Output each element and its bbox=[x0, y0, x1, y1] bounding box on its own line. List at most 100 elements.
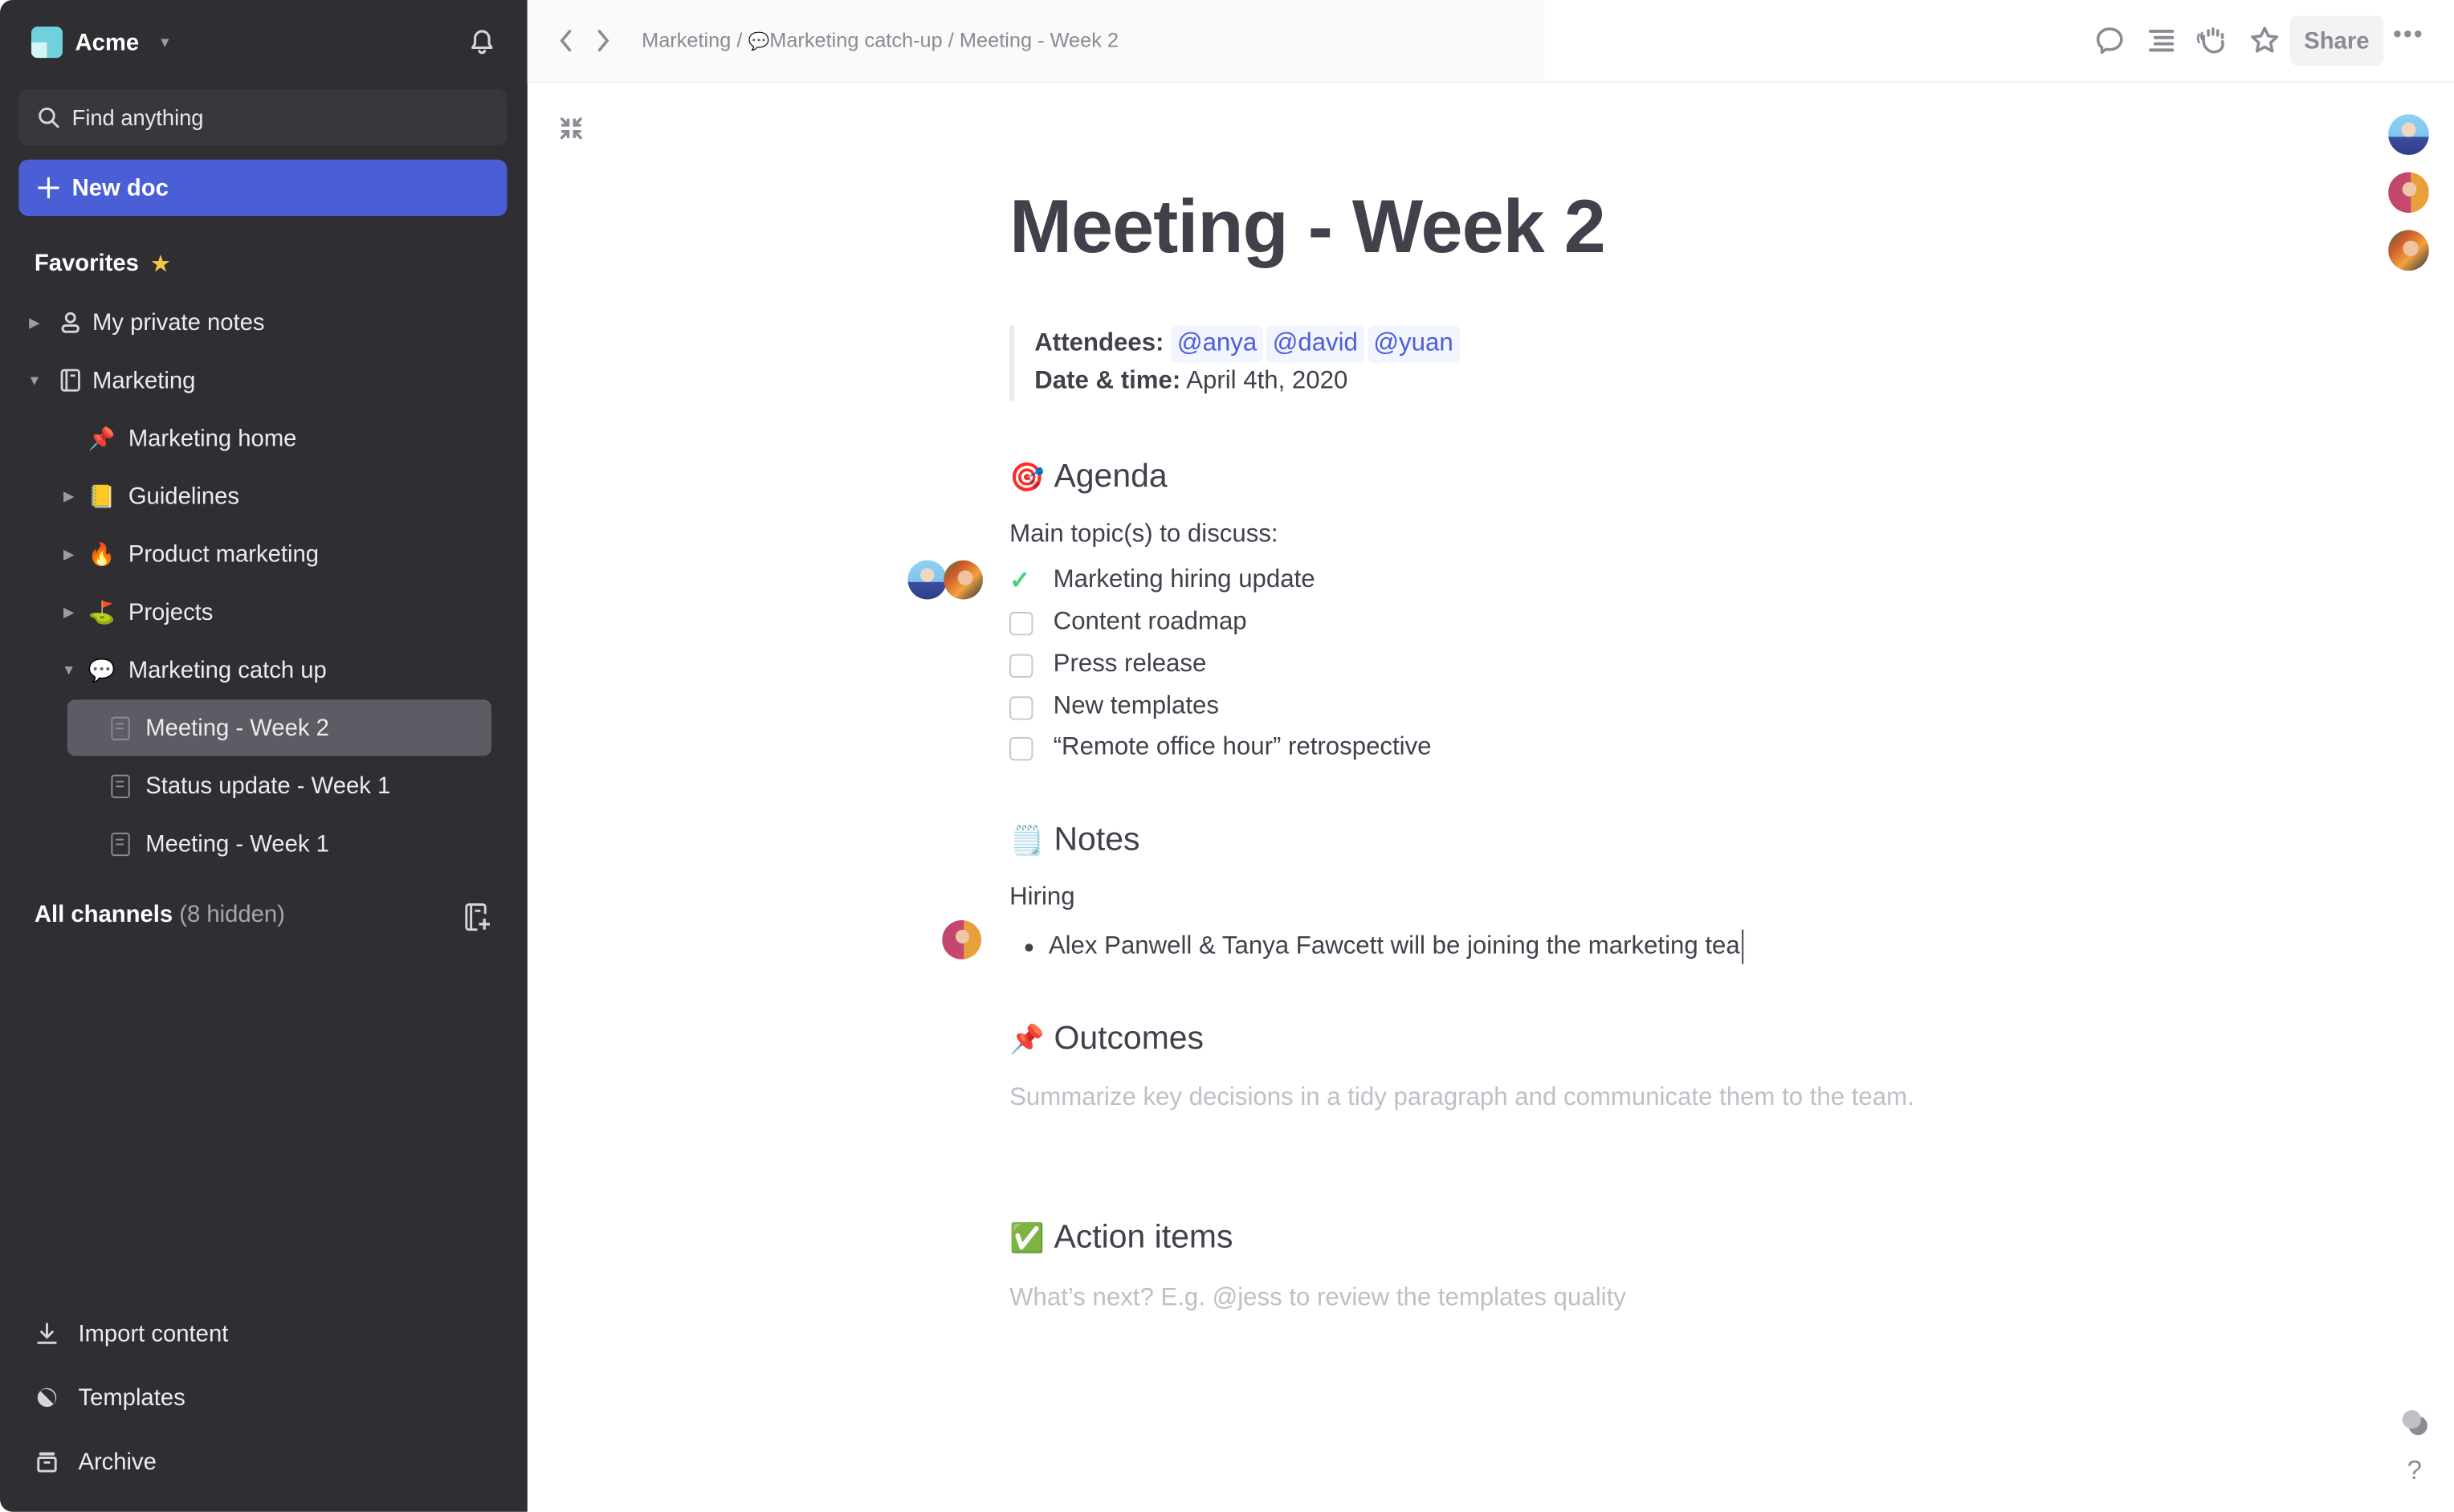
agenda-heading: 🎯 Agenda bbox=[1009, 458, 1168, 496]
notes-subheading: Hiring bbox=[1009, 884, 1075, 911]
agenda-intro: Main topic(s) to discuss: bbox=[1009, 521, 1278, 548]
action-items-heading: ✅ Action items bbox=[1009, 1219, 1233, 1257]
breadcrumb-separator: / bbox=[736, 28, 743, 52]
sidebar-item-guidelines[interactable]: ▶ 📒 Guidelines bbox=[61, 473, 239, 520]
new-doc-label: New doc bbox=[71, 174, 169, 202]
expand-arrow-icon[interactable]: ▶ bbox=[61, 487, 76, 504]
breadcrumb: Marketing / 💬Marketing catch-up / Meetin… bbox=[642, 28, 1119, 51]
search-input[interactable]: Find anything bbox=[18, 89, 508, 146]
sidebar-item-meeting-week-2[interactable]: Meeting - Week 2 bbox=[67, 699, 491, 756]
outcomes-heading-text: Outcomes bbox=[1054, 1020, 1205, 1057]
pushpin-icon: 📌 bbox=[1009, 1022, 1045, 1054]
templates-icon bbox=[37, 1388, 57, 1408]
checkbox[interactable] bbox=[1009, 736, 1033, 760]
hidden-channels-count: (8 hidden) bbox=[179, 901, 285, 928]
action-items-placeholder[interactable]: What’s next? E.g. @jess to review the te… bbox=[1009, 1277, 1948, 1319]
expand-arrow-icon[interactable]: ▶ bbox=[61, 545, 76, 562]
checkmark-icon[interactable]: ✓ bbox=[1009, 568, 1033, 593]
sidebar-item-marketing[interactable]: ▼ Marketing bbox=[26, 357, 195, 403]
text-cursor bbox=[1741, 929, 1744, 964]
workspace-name: Acme bbox=[75, 29, 140, 56]
share-button[interactable]: Share bbox=[2289, 15, 2384, 66]
mention-david[interactable]: @david bbox=[1266, 325, 1364, 364]
favorites-header: Favorites ★ bbox=[35, 251, 169, 277]
todo-label: Press release bbox=[1053, 650, 1207, 678]
breadcrumb-item-current[interactable]: Meeting - Week 2 bbox=[960, 28, 1119, 51]
templates-button[interactable]: Templates bbox=[35, 1379, 185, 1416]
collapse-arrow-icon[interactable]: ▼ bbox=[26, 373, 42, 388]
help-button[interactable]: ? bbox=[2407, 1456, 2422, 1487]
sidebar-item-label: Meeting - Week 1 bbox=[145, 829, 329, 858]
checkbox[interactable] bbox=[1009, 653, 1033, 677]
outcomes-heading: 📌 Outcomes bbox=[1009, 1021, 1204, 1058]
fire-icon: 🔥 bbox=[88, 540, 116, 566]
sidebar-item-meeting-week-1[interactable]: Meeting - Week 1 bbox=[111, 820, 329, 866]
comment-icon[interactable] bbox=[2093, 23, 2127, 58]
meeting-info-quote: Attendees: @anya @david @yuan Date & time:… bbox=[1009, 325, 1462, 401]
search-placeholder: Find anything bbox=[71, 104, 204, 130]
sidebar-item-status-update-week-1[interactable]: Status update - Week 1 bbox=[111, 762, 390, 809]
all-channels-label: All channels bbox=[34, 901, 173, 928]
mention-anya[interactable]: @anya bbox=[1171, 325, 1263, 364]
import-content-button[interactable]: Import content bbox=[35, 1314, 228, 1352]
outcomes-placeholder[interactable]: Summarize key decisions in a tidy paragr… bbox=[1009, 1077, 1948, 1119]
mention-yuan[interactable]: @yuan bbox=[1367, 325, 1460, 364]
avatar-cursor-anya bbox=[907, 560, 948, 600]
sidebar-item-marketing-home[interactable]: 📌 Marketing home bbox=[88, 414, 297, 461]
bullet-item[interactable]: Alex Panwell & Tanya Fawcett will be joi… bbox=[1025, 929, 1744, 964]
speech-bubble-icon: 💬 bbox=[748, 32, 770, 52]
sidebar-item-label: My private notes bbox=[92, 308, 265, 336]
expand-arrow-icon[interactable]: ▶ bbox=[61, 603, 76, 620]
add-channel-icon[interactable] bbox=[465, 903, 491, 931]
avatar-anya[interactable] bbox=[2388, 114, 2429, 155]
collapse-arrow-icon[interactable]: ▼ bbox=[61, 662, 76, 677]
outline-icon[interactable] bbox=[2144, 23, 2179, 58]
todo-item: ✓ Marketing hiring update bbox=[1009, 562, 1315, 600]
sidebar-item-marketing-catch-up[interactable]: ▼ 💬 Marketing catch up bbox=[61, 646, 327, 693]
date-value: April 4th, 2020 bbox=[1186, 368, 1348, 395]
sidebar-item-product-marketing[interactable]: ▶ 🔥 Product marketing bbox=[61, 531, 319, 577]
workspace-switcher[interactable]: Acme ▼ bbox=[31, 23, 172, 61]
sidebar-item-label: Marketing bbox=[92, 367, 196, 394]
date-label: Date & time: bbox=[1034, 368, 1181, 395]
sidebar-item-label: Product marketing bbox=[128, 540, 320, 568]
star-outline-icon[interactable] bbox=[2248, 23, 2282, 58]
import-content-label: Import content bbox=[78, 1319, 229, 1347]
ledger-icon: 📒 bbox=[88, 483, 116, 508]
person-icon bbox=[61, 312, 79, 333]
avatar-user-2[interactable] bbox=[2388, 172, 2429, 214]
breadcrumb-separator: / bbox=[948, 28, 954, 52]
archive-button[interactable]: Archive bbox=[35, 1443, 157, 1481]
sidebar-item-my-private-notes[interactable]: ▶ My private notes bbox=[26, 299, 264, 345]
sidebar-item-label: Marketing home bbox=[128, 425, 297, 452]
all-channels-header[interactable]: All channels (8 hidden) bbox=[35, 902, 285, 928]
forward-arrow-icon[interactable] bbox=[587, 25, 618, 56]
notebook-icon bbox=[60, 369, 80, 392]
plus-icon bbox=[38, 177, 59, 199]
breadcrumb-item-marketing[interactable]: Marketing bbox=[642, 28, 731, 51]
breadcrumb-item-marketing-catch-up[interactable]: Marketing catch-up bbox=[769, 28, 942, 51]
more-options-icon[interactable]: ••• bbox=[2393, 22, 2424, 50]
checkbox[interactable] bbox=[1009, 695, 1033, 719]
workspace-logo-icon bbox=[31, 26, 63, 59]
notes-heading: 🗒️ Notes bbox=[1009, 821, 1139, 859]
expand-arrow-icon[interactable]: ▶ bbox=[26, 314, 42, 331]
checkbox[interactable] bbox=[1009, 611, 1033, 635]
collapse-width-icon[interactable] bbox=[557, 114, 585, 142]
bell-icon[interactable] bbox=[467, 26, 498, 58]
avatar-user-3[interactable] bbox=[2388, 230, 2429, 271]
avatar-cursor-user-3 bbox=[944, 560, 983, 600]
agenda-heading-text: Agenda bbox=[1054, 458, 1168, 495]
sidebar-item-label: Marketing catch up bbox=[128, 656, 327, 683]
back-arrow-icon[interactable] bbox=[551, 25, 582, 56]
sidebar-item-projects[interactable]: ▶ ⛳ Projects bbox=[61, 589, 213, 635]
todo-item: New templates bbox=[1009, 689, 1219, 727]
sidebar-item-label: Meeting - Week 2 bbox=[145, 714, 329, 741]
wave-hand-icon[interactable] bbox=[2195, 23, 2230, 58]
todo-label: New templates bbox=[1053, 693, 1219, 720]
presence-toggle-icon[interactable] bbox=[2401, 1408, 2429, 1437]
speech-bubble-icon: 💬 bbox=[88, 656, 116, 682]
page-title[interactable]: Meeting - Week 2 bbox=[1009, 185, 1606, 271]
search-icon bbox=[39, 107, 59, 128]
new-doc-button[interactable]: New doc bbox=[18, 159, 508, 216]
